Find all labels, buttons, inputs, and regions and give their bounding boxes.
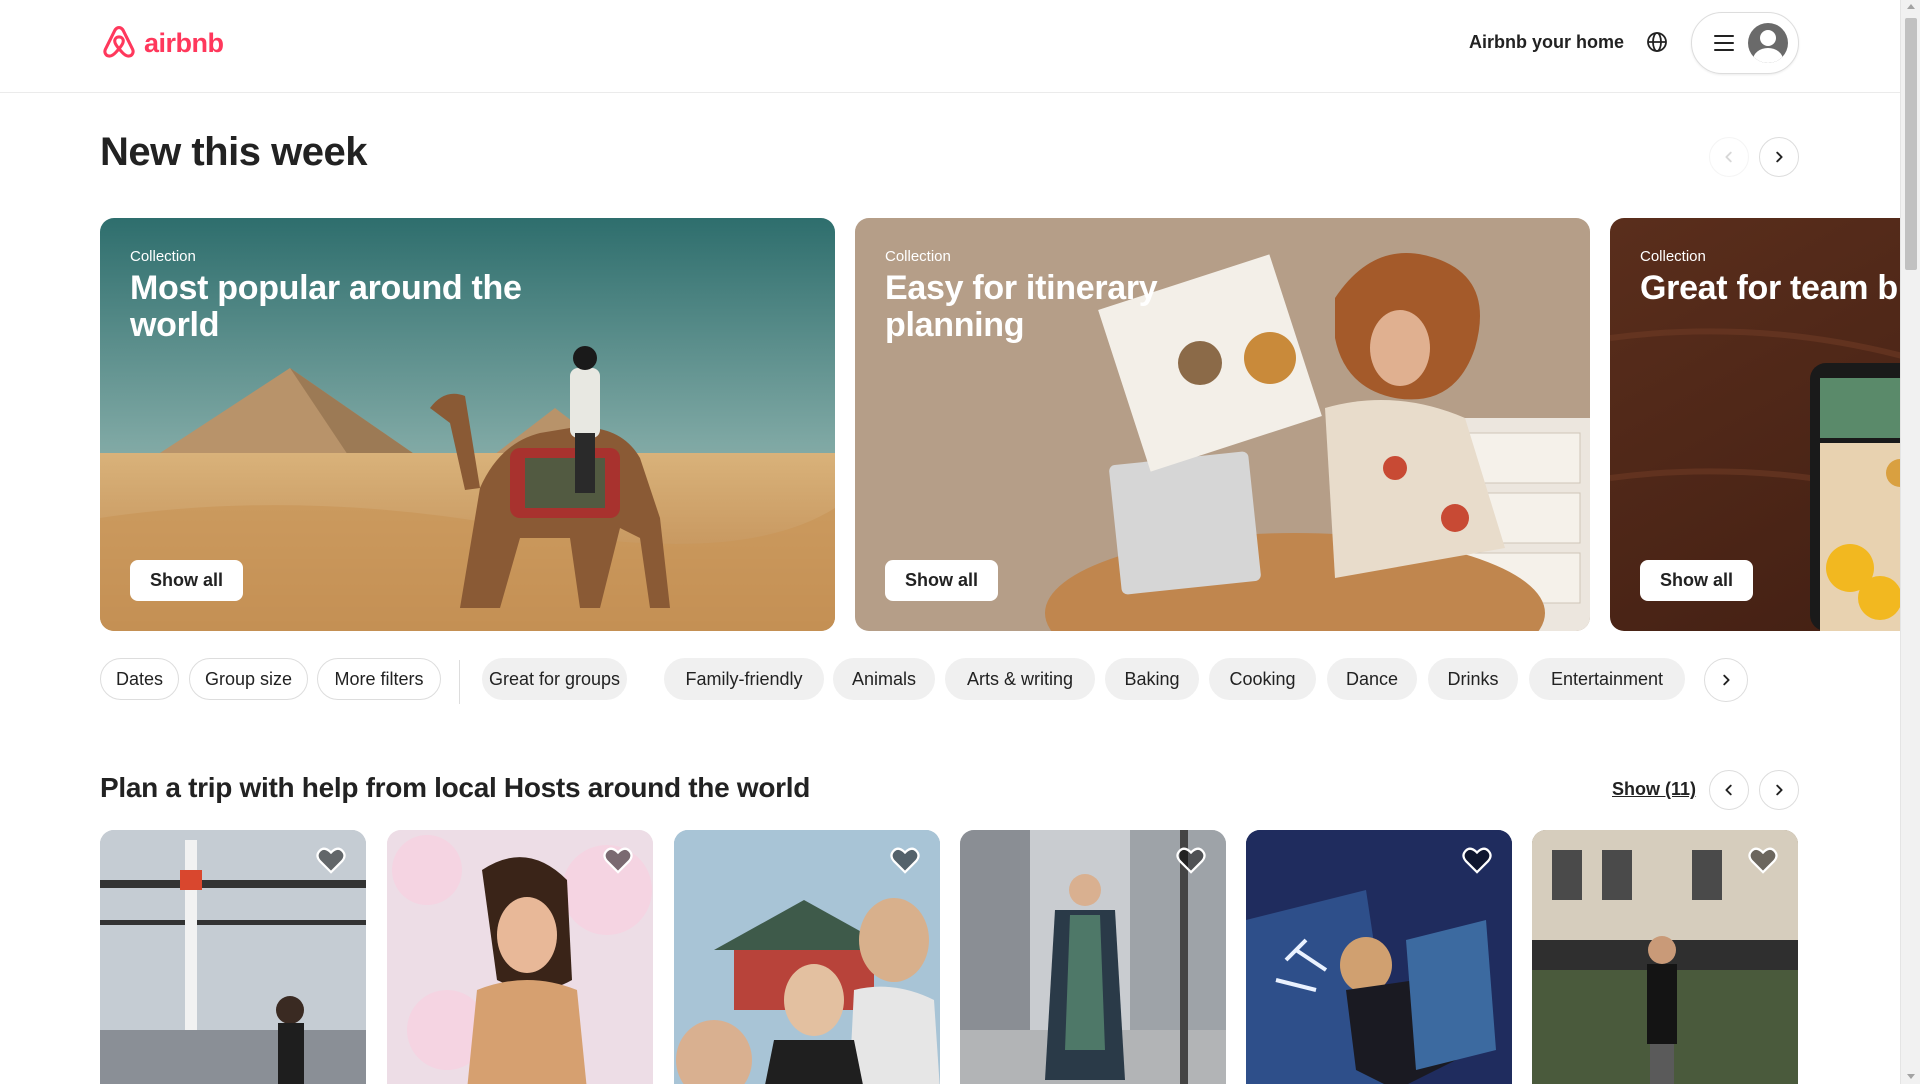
collections-carousel: Collection Most popular around the world… bbox=[100, 218, 1900, 631]
scroll-up-arrow-icon[interactable] bbox=[1907, 4, 1915, 9]
plan-next-button[interactable] bbox=[1759, 770, 1799, 810]
chevron-right-icon bbox=[1776, 784, 1783, 796]
heart-icon[interactable] bbox=[1462, 846, 1492, 874]
carousel-next-button[interactable] bbox=[1759, 137, 1799, 177]
filter-bar: Dates Group size More filters Great for … bbox=[100, 658, 1750, 704]
collection-card[interactable]: Collection Most popular around the world… bbox=[100, 218, 835, 631]
top-header: airbnb Airbnb your home bbox=[0, 0, 1900, 93]
airbnb-logo[interactable]: airbnb bbox=[100, 22, 224, 64]
filters-next-button[interactable] bbox=[1704, 658, 1748, 702]
hamburger-icon bbox=[1714, 35, 1734, 51]
collection-card[interactable]: Collection Great for team building Show … bbox=[1610, 218, 1900, 631]
section-title-plan-a-trip: Plan a trip with help from local Hosts a… bbox=[100, 772, 811, 803]
category-baking[interactable]: Baking bbox=[1105, 658, 1199, 700]
filter-group-size[interactable]: Group size bbox=[189, 658, 308, 700]
chevron-right-icon bbox=[1776, 151, 1783, 163]
card-title: Easy for itinerary planning bbox=[885, 269, 1158, 345]
category-family-friendly[interactable]: Family-friendly bbox=[664, 658, 824, 700]
category-dance[interactable]: Dance bbox=[1327, 658, 1417, 700]
filter-more-filters[interactable]: More filters bbox=[317, 658, 441, 700]
experience-card[interactable] bbox=[1532, 830, 1798, 1084]
heart-icon[interactable] bbox=[603, 846, 633, 874]
show-all-button[interactable]: Show all bbox=[130, 560, 244, 601]
category-animals[interactable]: Animals bbox=[833, 658, 935, 700]
card-title: Most popular around the world bbox=[130, 269, 522, 345]
category-entertainment[interactable]: Entertainment bbox=[1529, 658, 1685, 700]
scroll-thumb[interactable] bbox=[1905, 18, 1917, 270]
section-title-new-this-week: New this week bbox=[100, 130, 367, 174]
experience-card[interactable] bbox=[960, 830, 1226, 1084]
page-scrollbar[interactable] bbox=[1900, 0, 1920, 1084]
heart-icon[interactable] bbox=[316, 846, 346, 874]
category-drinks[interactable]: Drinks bbox=[1428, 658, 1518, 700]
experience-card[interactable] bbox=[674, 830, 940, 1084]
card-title: Great for team building bbox=[1640, 269, 1900, 307]
plan-prev-button[interactable] bbox=[1709, 770, 1749, 810]
show-all-button[interactable]: Show all bbox=[885, 560, 999, 601]
heart-icon[interactable] bbox=[1748, 846, 1778, 874]
heart-icon[interactable] bbox=[1176, 846, 1206, 874]
card-eyebrow: Collection bbox=[130, 248, 196, 265]
filter-dates[interactable]: Dates bbox=[100, 658, 179, 700]
logo-text: airbnb bbox=[144, 27, 224, 58]
filter-divider bbox=[459, 660, 460, 704]
card-eyebrow: Collection bbox=[1640, 248, 1706, 265]
chevron-left-icon bbox=[1725, 784, 1732, 796]
chevron-left-icon bbox=[1725, 151, 1732, 163]
airbnb-logo-icon bbox=[103, 26, 135, 58]
show-all-button[interactable]: Show all bbox=[1640, 560, 1754, 601]
globe-icon[interactable] bbox=[1645, 30, 1669, 54]
heart-icon[interactable] bbox=[890, 846, 920, 874]
card-eyebrow: Collection bbox=[885, 248, 951, 265]
user-avatar-icon bbox=[1748, 23, 1788, 63]
host-your-home-link[interactable]: Airbnb your home bbox=[1469, 32, 1624, 53]
category-arts-writing[interactable]: Arts & writing bbox=[945, 658, 1095, 700]
experience-card[interactable] bbox=[100, 830, 366, 1084]
user-menu-button[interactable] bbox=[1691, 12, 1799, 74]
experience-card[interactable] bbox=[1246, 830, 1512, 1084]
collection-card[interactable]: Collection Easy for itinerary planning S… bbox=[855, 218, 1590, 631]
category-cooking[interactable]: Cooking bbox=[1209, 658, 1316, 700]
scroll-down-arrow-icon[interactable] bbox=[1907, 1074, 1915, 1079]
carousel-prev-button[interactable] bbox=[1709, 137, 1749, 177]
experience-card[interactable] bbox=[387, 830, 653, 1084]
show-all-link[interactable]: Show (11) bbox=[1612, 779, 1696, 800]
category-great-for-groups[interactable]: Great for groups bbox=[482, 658, 627, 700]
chevron-right-icon bbox=[1723, 674, 1730, 686]
